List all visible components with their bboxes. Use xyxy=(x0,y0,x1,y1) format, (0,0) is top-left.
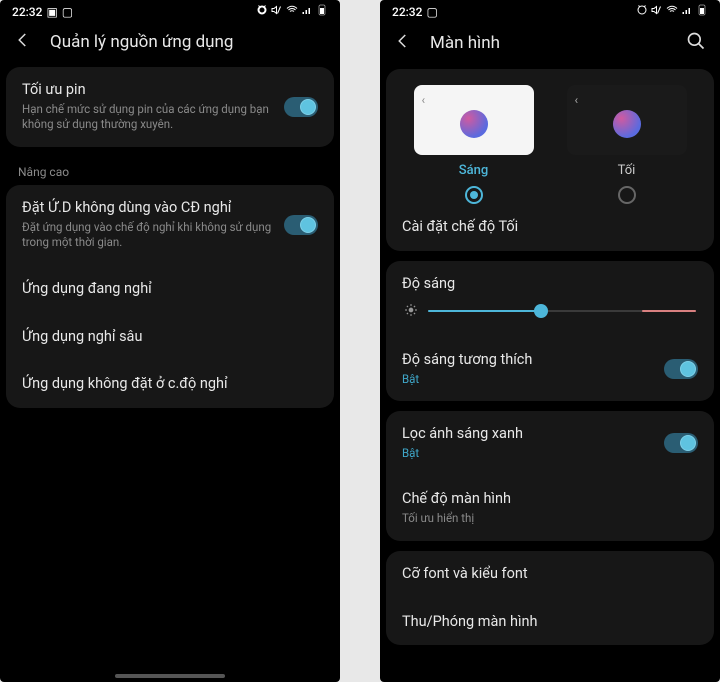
bluelight-state: Bật xyxy=(402,446,652,462)
signal-icon xyxy=(681,4,693,19)
screenmode-title: Chế độ màn hình xyxy=(402,490,698,509)
header: Màn hình xyxy=(380,21,720,69)
card-theme: ‹ Sáng ‹ Tối Cài đặt chế độ Tối xyxy=(386,69,714,251)
optimize-title: Tối ưu pin xyxy=(22,81,272,100)
header: Quản lý nguồn ứng dụng xyxy=(0,21,340,67)
back-icon[interactable] xyxy=(14,31,32,53)
zoom-label: Thu/Phóng màn hình xyxy=(402,613,698,632)
wifi-icon xyxy=(286,4,298,19)
theme-option-light[interactable]: ‹ Sáng xyxy=(404,85,543,204)
theme-option-dark[interactable]: ‹ Tối xyxy=(557,85,696,204)
row-sleep-unused[interactable]: Đặt Ứ.D không dùng vào CĐ nghỉ Đặt ứng d… xyxy=(6,185,334,265)
bluelight-title: Lọc ánh sáng xanh xyxy=(402,425,652,444)
toggle-adaptive[interactable] xyxy=(664,359,698,379)
status-bar: 22:32 ▢ xyxy=(380,0,720,21)
search-icon[interactable] xyxy=(686,31,706,55)
row-apps-deep[interactable]: Ứng dụng nghỉ sâu xyxy=(6,313,334,361)
adaptive-title: Độ sáng tương thích xyxy=(402,351,652,370)
mute-icon xyxy=(271,4,283,19)
screenmode-sub: Tối ưu hiển thị xyxy=(402,511,698,527)
optimize-sub: Hạn chế mức sử dụng pin của các ứng dụng… xyxy=(22,102,272,133)
battery-icon xyxy=(696,4,708,19)
brightness-slider[interactable] xyxy=(428,310,696,312)
page-title: Quản lý nguồn ứng dụng xyxy=(50,32,233,52)
home-indicator[interactable] xyxy=(115,674,225,678)
notif-icon: ▢ xyxy=(426,5,437,19)
card-brightness: Độ sáng Độ sáng tương thích Bật xyxy=(386,261,714,401)
theme-preview-light: ‹ xyxy=(414,85,534,155)
toggle-sleep-unused[interactable] xyxy=(284,215,318,235)
back-icon[interactable] xyxy=(394,32,412,54)
row-dark-settings[interactable]: Cài đặt chế độ Tối xyxy=(386,204,714,251)
card-optimize: Tối ưu pin Hạn chế mức sử dụng pin của c… xyxy=(6,67,334,147)
adaptive-state: Bật xyxy=(402,372,652,388)
card-font: Cỡ font và kiểu font Thu/Phóng màn hình xyxy=(386,551,714,646)
theme-label-dark: Tối xyxy=(618,163,636,178)
section-advanced: Nâng cao xyxy=(0,157,340,185)
mute-icon xyxy=(651,4,663,19)
brightness-slider-row xyxy=(386,294,714,337)
row-apps-sleeping[interactable]: Ứng dụng đang nghỉ xyxy=(6,265,334,313)
row-zoom[interactable]: Thu/Phóng màn hình xyxy=(386,598,714,646)
row-brightness-label: Độ sáng xyxy=(386,261,714,294)
content: ‹ Sáng ‹ Tối Cài đặt chế độ Tối xyxy=(380,69,720,682)
phone-display-settings: 22:32 ▢ Màn hình ‹ Sáng xyxy=(380,0,720,682)
clock: 22:32 xyxy=(12,5,42,19)
radio-light[interactable] xyxy=(465,186,483,204)
notif-icon-2: ▢ xyxy=(62,5,73,19)
alarm-icon xyxy=(256,4,268,19)
font-label: Cỡ font và kiểu font xyxy=(402,565,698,584)
row-adaptive-brightness[interactable]: Độ sáng tương thích Bật xyxy=(386,337,714,401)
sleep-unused-title: Đặt Ứ.D không dùng vào CĐ nghỉ xyxy=(22,199,272,218)
dark-settings-label: Cài đặt chế độ Tối xyxy=(402,218,698,237)
notif-icon: ▣ xyxy=(46,5,57,19)
card-advanced: Đặt Ứ.D không dùng vào CĐ nghỉ Đặt ứng d… xyxy=(6,185,334,408)
apps-sleeping-label: Ứng dụng đang nghỉ xyxy=(22,280,318,299)
apps-deep-label: Ứng dụng nghỉ sâu xyxy=(22,328,318,347)
wallpaper-orb xyxy=(460,110,488,138)
wallpaper-orb xyxy=(613,110,641,138)
battery-icon xyxy=(316,4,328,19)
clock: 22:32 xyxy=(392,5,422,19)
row-apps-never[interactable]: Ứng dụng không đặt ở c.độ nghỉ xyxy=(6,360,334,408)
row-screen-mode[interactable]: Chế độ màn hình Tối ưu hiển thị xyxy=(386,475,714,540)
arrow-icon: ‹ xyxy=(422,93,426,107)
alarm-icon xyxy=(636,4,648,19)
signal-icon xyxy=(301,4,313,19)
theme-preview-dark: ‹ xyxy=(567,85,687,155)
theme-label-light: Sáng xyxy=(459,163,489,178)
row-optimize-battery[interactable]: Tối ưu pin Hạn chế mức sử dụng pin của c… xyxy=(6,67,334,147)
brightness-label: Độ sáng xyxy=(402,275,698,294)
toggle-bluelight[interactable] xyxy=(664,433,698,453)
card-bluelight: Lọc ánh sáng xanh Bật Chế độ màn hình Tố… xyxy=(386,411,714,541)
wifi-icon xyxy=(666,4,678,19)
radio-dark[interactable] xyxy=(618,186,636,204)
row-bluelight[interactable]: Lọc ánh sáng xanh Bật xyxy=(386,411,714,475)
status-bar: 22:32 ▣ ▢ xyxy=(0,0,340,21)
toggle-optimize[interactable] xyxy=(284,97,318,117)
phone-app-power: 22:32 ▣ ▢ Quản lý nguồn ứng dụng Tối ưu … xyxy=(0,0,340,682)
arrow-icon: ‹ xyxy=(575,93,579,107)
theme-previews: ‹ Sáng ‹ Tối xyxy=(386,69,714,204)
content: Tối ưu pin Hạn chế mức sử dụng pin của c… xyxy=(0,67,340,682)
sun-icon xyxy=(404,302,418,321)
sleep-unused-sub: Đặt ứng dụng vào chế độ nghỉ khi không s… xyxy=(22,220,272,251)
apps-never-label: Ứng dụng không đặt ở c.độ nghỉ xyxy=(22,375,318,394)
page-title: Màn hình xyxy=(430,33,500,53)
row-font[interactable]: Cỡ font và kiểu font xyxy=(386,551,714,598)
